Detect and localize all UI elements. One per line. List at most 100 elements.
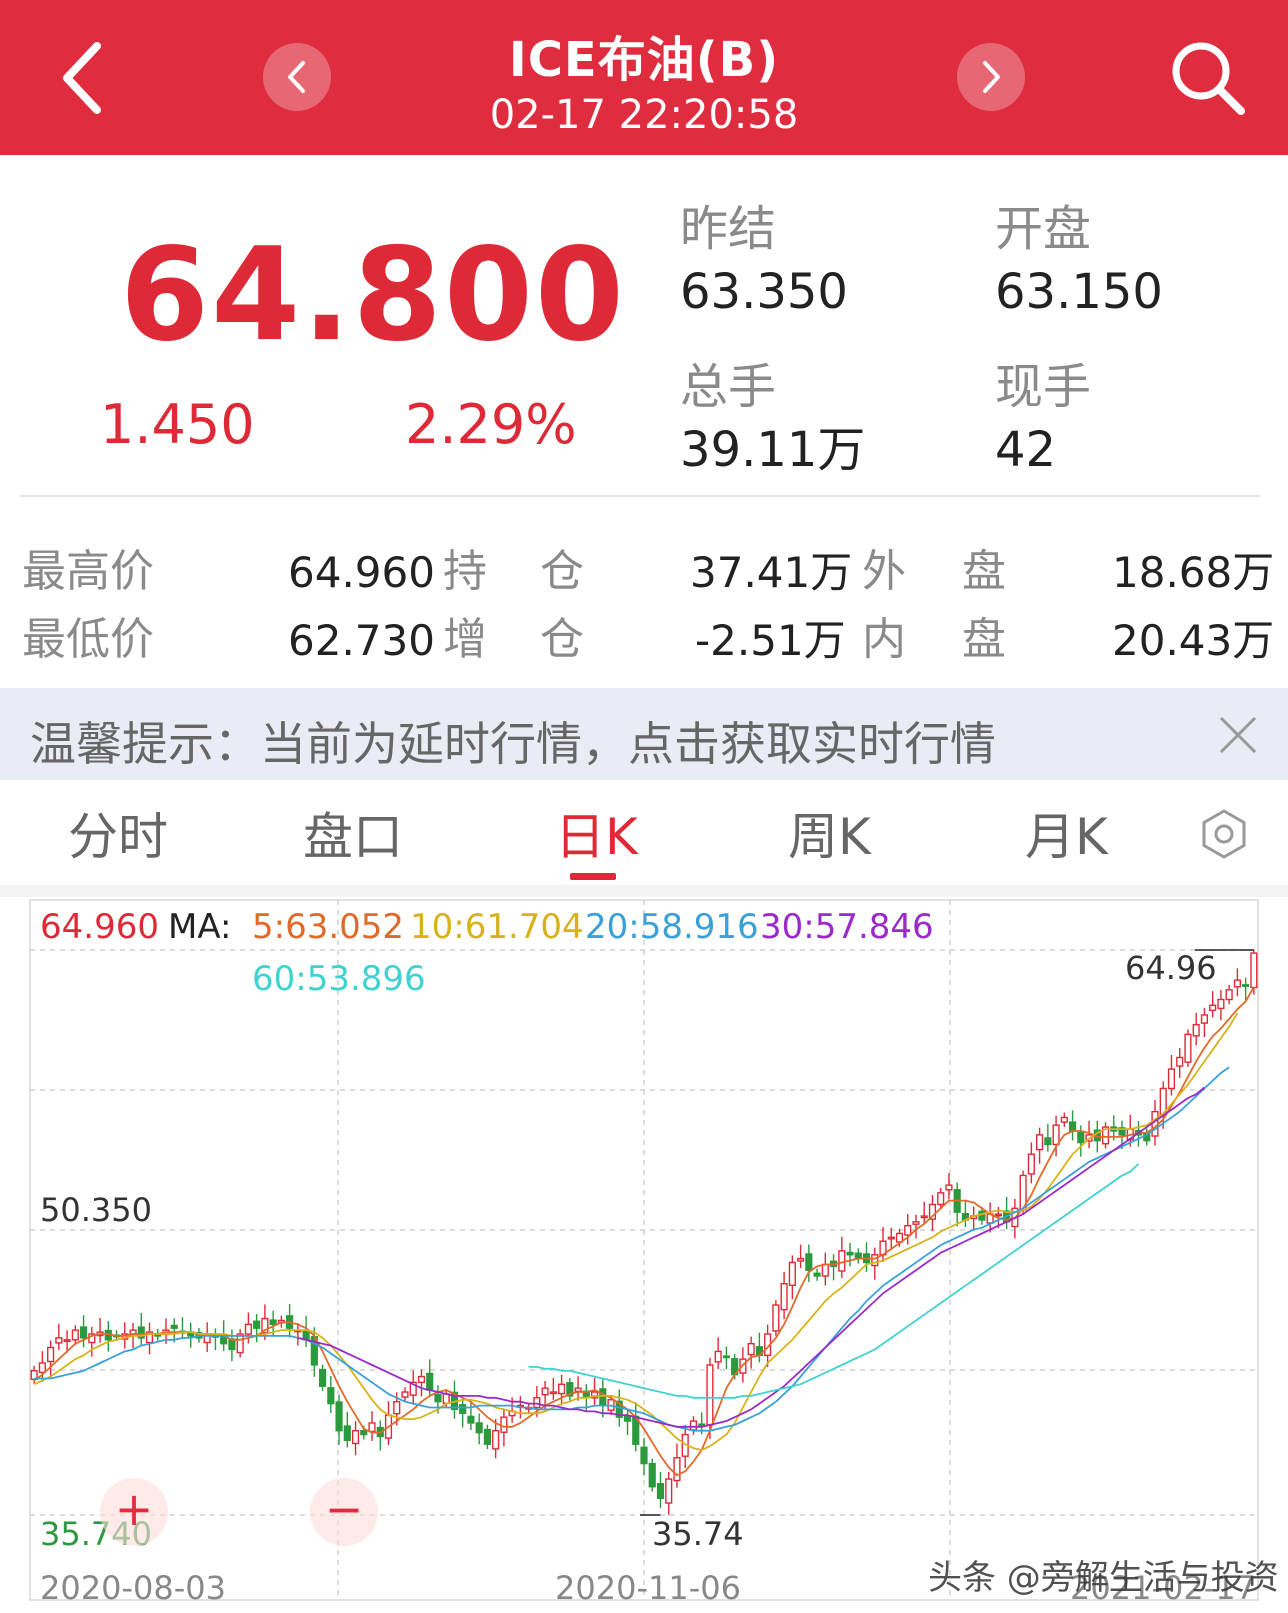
candle-down bbox=[426, 1372, 434, 1391]
candle-up bbox=[1192, 1023, 1200, 1037]
candle-up bbox=[904, 1225, 912, 1236]
outer-volume-label-b: 盘 bbox=[962, 546, 1006, 597]
candle-down bbox=[648, 1462, 656, 1488]
ma60-value: 60:53.896 bbox=[252, 959, 426, 999]
candle-down bbox=[434, 1394, 442, 1403]
candle-down bbox=[599, 1388, 607, 1407]
next-instrument-button[interactable] bbox=[957, 43, 1025, 111]
open-label: 开盘 bbox=[995, 201, 1092, 257]
price-change-percent: 2.29% bbox=[405, 393, 577, 456]
prev-settle-value: 63.350 bbox=[680, 264, 848, 320]
inner-volume-value: 20.43万 bbox=[1112, 616, 1275, 665]
tab-intraday[interactable]: 分时 bbox=[68, 812, 168, 862]
plus-icon: + bbox=[114, 1482, 154, 1536]
candle-down bbox=[813, 1272, 821, 1277]
candle-up bbox=[38, 1362, 46, 1373]
close-icon[interactable] bbox=[1215, 712, 1261, 758]
ma60-line bbox=[528, 1163, 1140, 1399]
candle-up bbox=[1036, 1134, 1044, 1151]
open-interest-change-label-a: 增 bbox=[443, 614, 487, 665]
price-axis-mid-label: 50.350 bbox=[40, 1191, 152, 1229]
candle-down bbox=[1242, 984, 1250, 988]
date-label-start: 2020-08-03 bbox=[40, 1569, 226, 1607]
daily-candlestick-chart[interactable] bbox=[0, 897, 1288, 1613]
candle-up bbox=[574, 1387, 582, 1392]
candle-down bbox=[343, 1425, 351, 1442]
candle-up bbox=[945, 1184, 953, 1191]
candle-down bbox=[170, 1324, 178, 1329]
ma20-line bbox=[34, 1066, 1230, 1432]
candle-up bbox=[1250, 952, 1258, 989]
candle-down bbox=[640, 1446, 648, 1465]
open-interest-change-value: -2.51万 bbox=[695, 616, 846, 665]
search-icon[interactable] bbox=[1165, 35, 1250, 120]
candle-up bbox=[788, 1261, 796, 1286]
candle-up bbox=[492, 1429, 500, 1450]
prev-settle-label: 昨结 bbox=[680, 201, 777, 257]
low-value: 62.730 bbox=[288, 616, 435, 665]
candle-up bbox=[1184, 1033, 1192, 1063]
candle-down bbox=[698, 1423, 706, 1427]
candle-down bbox=[459, 1404, 467, 1414]
candle-down bbox=[467, 1415, 475, 1424]
candle-up bbox=[887, 1236, 895, 1240]
max-price-marker: 64.96 bbox=[1125, 949, 1217, 987]
candle-down bbox=[722, 1355, 731, 1359]
volume-label: 总手 bbox=[680, 359, 777, 415]
candle-up bbox=[871, 1254, 879, 1267]
last-lot-label: 现手 bbox=[995, 359, 1092, 415]
open-interest-label-a: 持 bbox=[443, 546, 487, 597]
candle-up bbox=[821, 1263, 829, 1277]
candle-up bbox=[1052, 1124, 1060, 1146]
ma10-value: 10:61.704 bbox=[410, 907, 584, 947]
candle-up bbox=[549, 1391, 557, 1395]
open-interest-change-label-b: 仓 bbox=[540, 614, 584, 665]
ma30-line bbox=[297, 1086, 1205, 1428]
tab-monthly-k[interactable]: 月K bbox=[1025, 812, 1108, 862]
instrument-title: ICE布油(B) bbox=[508, 32, 780, 88]
candle-up bbox=[937, 1192, 945, 1206]
chart-annotations bbox=[640, 949, 1254, 1516]
candle-down bbox=[269, 1319, 277, 1326]
notice-text: 温馨提示：当前为延时行情，点击获取实时行情 bbox=[30, 717, 996, 771]
chevron-right-icon bbox=[983, 61, 1000, 93]
candle-up bbox=[920, 1215, 928, 1219]
zoom-out-button[interactable]: − bbox=[310, 1478, 378, 1546]
delayed-quote-notice[interactable]: 温馨提示：当前为延时行情，点击获取实时行情 bbox=[0, 688, 1288, 780]
candle-down bbox=[483, 1428, 491, 1445]
candle-up bbox=[772, 1304, 780, 1332]
gear-icon[interactable] bbox=[1198, 808, 1250, 860]
quote-divider bbox=[20, 495, 1260, 497]
candle-up bbox=[1176, 1056, 1184, 1067]
candle-up bbox=[401, 1391, 409, 1398]
tab-weekly-k[interactable]: 周K bbox=[788, 812, 871, 862]
zoom-in-button[interactable]: + bbox=[100, 1478, 168, 1546]
candle-up bbox=[1060, 1116, 1068, 1123]
candle-up bbox=[1209, 1004, 1217, 1012]
candle-up bbox=[747, 1342, 755, 1356]
candle-down bbox=[1044, 1137, 1052, 1146]
candle-down bbox=[318, 1368, 327, 1387]
low-label: 最低价 bbox=[22, 614, 154, 665]
candle-up bbox=[533, 1397, 541, 1409]
tab-daily-k[interactable]: 日K bbox=[555, 812, 638, 862]
candle-up bbox=[1167, 1068, 1176, 1090]
high-label: 最高价 bbox=[22, 546, 154, 597]
inner-volume-label-b: 盘 bbox=[962, 614, 1006, 665]
candle-up bbox=[351, 1429, 360, 1445]
candle-up bbox=[780, 1283, 788, 1311]
candle-down bbox=[846, 1251, 854, 1256]
candle-down bbox=[656, 1482, 665, 1500]
candle-up bbox=[1151, 1110, 1159, 1137]
candle-up bbox=[912, 1221, 920, 1225]
ma5-value: 5:63.052 bbox=[252, 907, 405, 947]
ma-title: MA: bbox=[168, 907, 232, 947]
candle-up bbox=[838, 1250, 846, 1272]
ma10-line bbox=[33, 1012, 1239, 1451]
tab-order-book[interactable]: 盘口 bbox=[303, 812, 403, 862]
candle-down bbox=[360, 1429, 368, 1436]
candle-down bbox=[302, 1329, 310, 1341]
price-change: 1.450 bbox=[100, 393, 255, 456]
candle-up bbox=[689, 1420, 698, 1431]
active-tab-indicator bbox=[570, 873, 616, 880]
